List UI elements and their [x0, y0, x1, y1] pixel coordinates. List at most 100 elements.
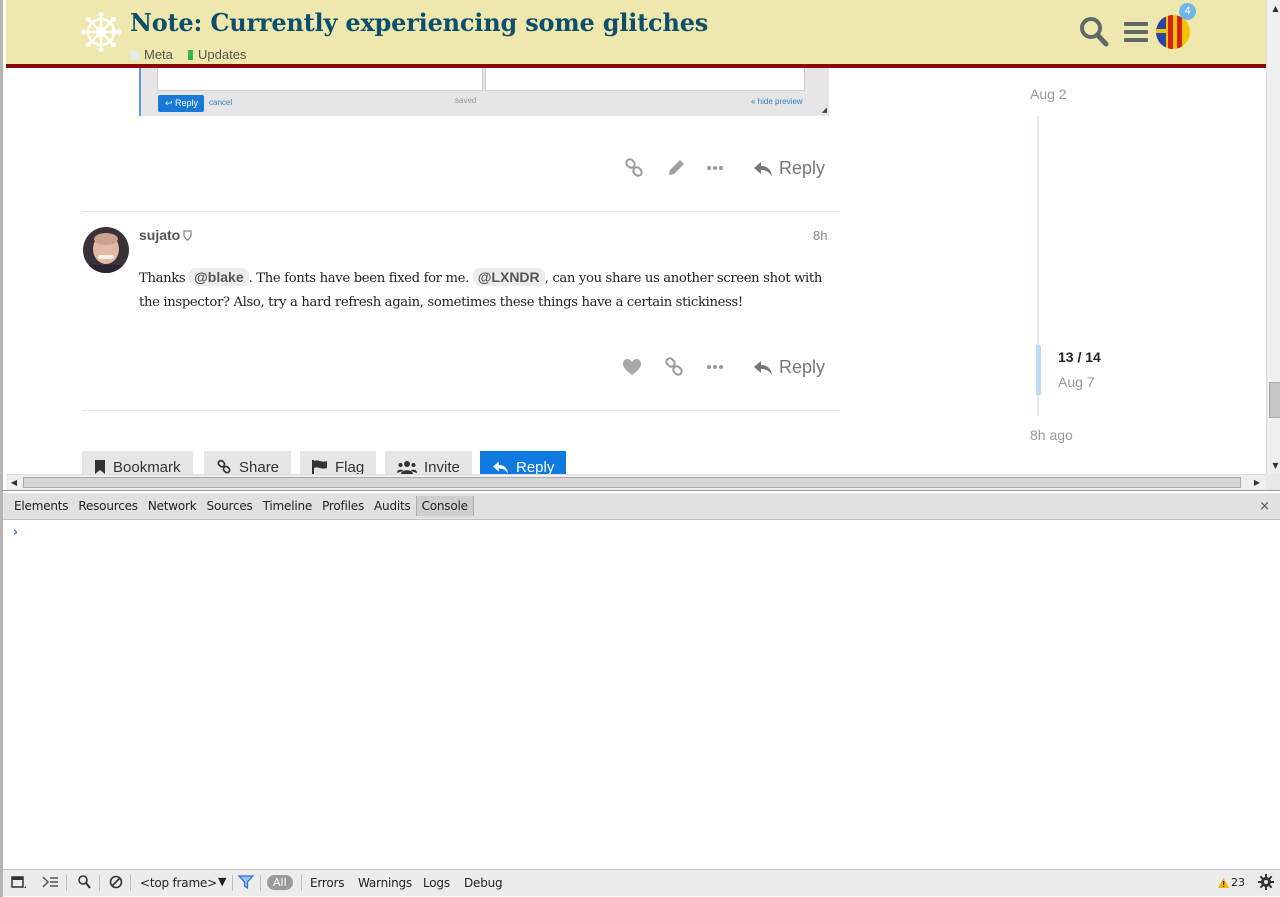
embedded-cancel-link: cancel — [209, 98, 233, 107]
reply-label: Reply — [779, 357, 826, 377]
dharma-wheel-icon[interactable] — [81, 12, 121, 52]
separator — [232, 875, 233, 891]
chevron-down-icon[interactable]: ▼ — [218, 875, 226, 888]
horizontal-scrollbar[interactable]: ◀ ▶ — [6, 474, 1266, 490]
separator — [301, 875, 302, 891]
search-icon[interactable] — [77, 874, 91, 893]
devtools-status-bar: <top frame> ▼ All Errors Warnings Logs D… — [3, 869, 1280, 896]
tab-audits[interactable]: Audits — [369, 496, 416, 516]
scroll-up-icon[interactable]: ▲ — [1270, 3, 1280, 14]
filter-logs[interactable]: Logs — [423, 876, 450, 890]
devtools-panel: Elements Resources Network Sources Timel… — [0, 490, 1280, 897]
post-username[interactable]: sujato — [139, 227, 192, 243]
link-icon — [217, 459, 231, 474]
reply-label: Reply — [779, 158, 826, 178]
tab-timeline[interactable]: Timeline — [258, 496, 317, 516]
page-title[interactable]: Note: Currently experiencing some glitch… — [130, 8, 708, 37]
embedded-hide-preview-link: « hide preview — [751, 97, 803, 106]
show-drawer-icon[interactable] — [41, 874, 59, 893]
notification-badge[interactable]: 4 — [1179, 3, 1196, 20]
scrollbar-thumb[interactable] — [23, 477, 1241, 488]
browser-viewport: ↩ Reply cancel saved « hide preview ◢ Re… — [0, 0, 1280, 490]
category-color-swatch — [188, 49, 193, 60]
more-actions-icon[interactable] — [704, 356, 726, 378]
tab-network[interactable]: Network — [143, 496, 202, 516]
scroll-left-icon[interactable]: ◀ — [8, 477, 20, 489]
tab-resources[interactable]: Resources — [73, 496, 142, 516]
tab-elements[interactable]: Elements — [9, 496, 73, 516]
embedded-reply-button: ↩ Reply — [158, 95, 204, 112]
search-icon[interactable] — [1079, 16, 1109, 48]
embedded-saved-text: saved — [455, 96, 477, 105]
flag-label: Flag — [335, 458, 365, 476]
filter-warnings[interactable]: Warnings — [358, 876, 412, 890]
console-prompt-icon[interactable]: › — [13, 525, 18, 539]
more-actions-icon[interactable] — [704, 157, 726, 179]
devtools-tab-bar: Elements Resources Network Sources Timel… — [3, 493, 1280, 520]
scroll-down-icon[interactable]: ▼ — [1270, 460, 1280, 471]
separator — [260, 875, 261, 891]
timeline-current-date: Aug 7 — [1058, 374, 1095, 390]
bookmark-icon — [95, 460, 105, 474]
tab-profiles[interactable]: Profiles — [317, 496, 369, 516]
vertical-scrollbar[interactable]: ▲ ▼ — [1266, 0, 1280, 474]
console-output[interactable]: › — [3, 521, 1280, 868]
mention-link[interactable]: @LXNDR — [472, 268, 545, 286]
avatar[interactable] — [83, 227, 129, 273]
screen: ↩ Reply cancel saved « hide preview ◢ Re… — [0, 0, 1280, 897]
hamburger-menu-icon[interactable] — [1122, 18, 1150, 46]
reply-arrow-icon — [754, 161, 772, 176]
post-divider — [82, 211, 840, 212]
clear-console-icon[interactable] — [109, 875, 123, 892]
post-reply-button[interactable]: Reply — [753, 357, 825, 378]
copy-link-icon[interactable] — [623, 157, 645, 179]
scrollbar-thumb[interactable] — [1269, 382, 1280, 418]
embedded-reply-label: Reply — [175, 98, 199, 108]
post-text: . The fonts have been fixed for me. — [248, 271, 473, 286]
invite-label: Invite — [424, 458, 460, 476]
prev-post-reply-button[interactable]: Reply — [753, 158, 825, 179]
timeline-start-date[interactable]: Aug 2 — [1030, 86, 1067, 102]
moderator-shield-icon — [183, 229, 192, 241]
separator — [130, 875, 131, 891]
mention-link[interactable]: @blake — [189, 268, 249, 286]
resize-grip-icon: ◢ — [821, 106, 827, 114]
scrollbar-corner — [1266, 474, 1280, 490]
category-badge-meta[interactable]: Meta — [130, 47, 173, 62]
gear-icon[interactable] — [1258, 874, 1274, 893]
dock-icon[interactable] — [11, 874, 27, 893]
reply-label: Reply — [516, 458, 555, 476]
filter-errors[interactable]: Errors — [310, 876, 345, 890]
timeline-handle[interactable] — [1036, 345, 1041, 395]
filter-debug[interactable]: Debug — [464, 876, 503, 890]
edit-pencil-icon[interactable] — [665, 157, 687, 179]
site-header: Note: Currently experiencing some glitch… — [6, 0, 1266, 68]
category-label: Meta — [144, 47, 173, 62]
post-text: Thanks — [139, 271, 190, 286]
like-heart-icon[interactable] — [621, 356, 643, 378]
user-avatar[interactable] — [1156, 15, 1190, 49]
reply-arrow-icon — [493, 461, 508, 473]
separator — [66, 875, 67, 891]
warning-count: 23 — [1231, 876, 1245, 889]
share-label: Share — [239, 458, 280, 476]
copy-link-icon[interactable] — [663, 356, 685, 378]
tab-sources[interactable]: Sources — [202, 496, 258, 516]
flag-icon — [312, 460, 327, 474]
timeline-end-date[interactable]: 8h ago — [1030, 427, 1073, 443]
timeline-progress: 13 / 14 — [1058, 349, 1101, 365]
post-timestamp[interactable]: 8h — [813, 228, 827, 243]
separator — [99, 875, 100, 891]
frame-selector[interactable]: <top frame> — [140, 876, 217, 890]
warning-counter[interactable]: 23 — [1218, 876, 1245, 889]
filter-icon[interactable] — [237, 875, 255, 892]
warning-icon — [1218, 877, 1229, 888]
filter-all-pill[interactable]: All — [267, 875, 293, 890]
close-icon[interactable]: × — [1259, 499, 1270, 514]
tab-console[interactable]: Console — [415, 496, 474, 516]
category-label: Updates — [198, 47, 247, 62]
users-icon — [397, 461, 417, 474]
username-text: sujato — [139, 227, 181, 243]
category-badge-updates[interactable]: Updates — [188, 47, 246, 62]
scroll-right-icon[interactable]: ▶ — [1251, 477, 1263, 489]
